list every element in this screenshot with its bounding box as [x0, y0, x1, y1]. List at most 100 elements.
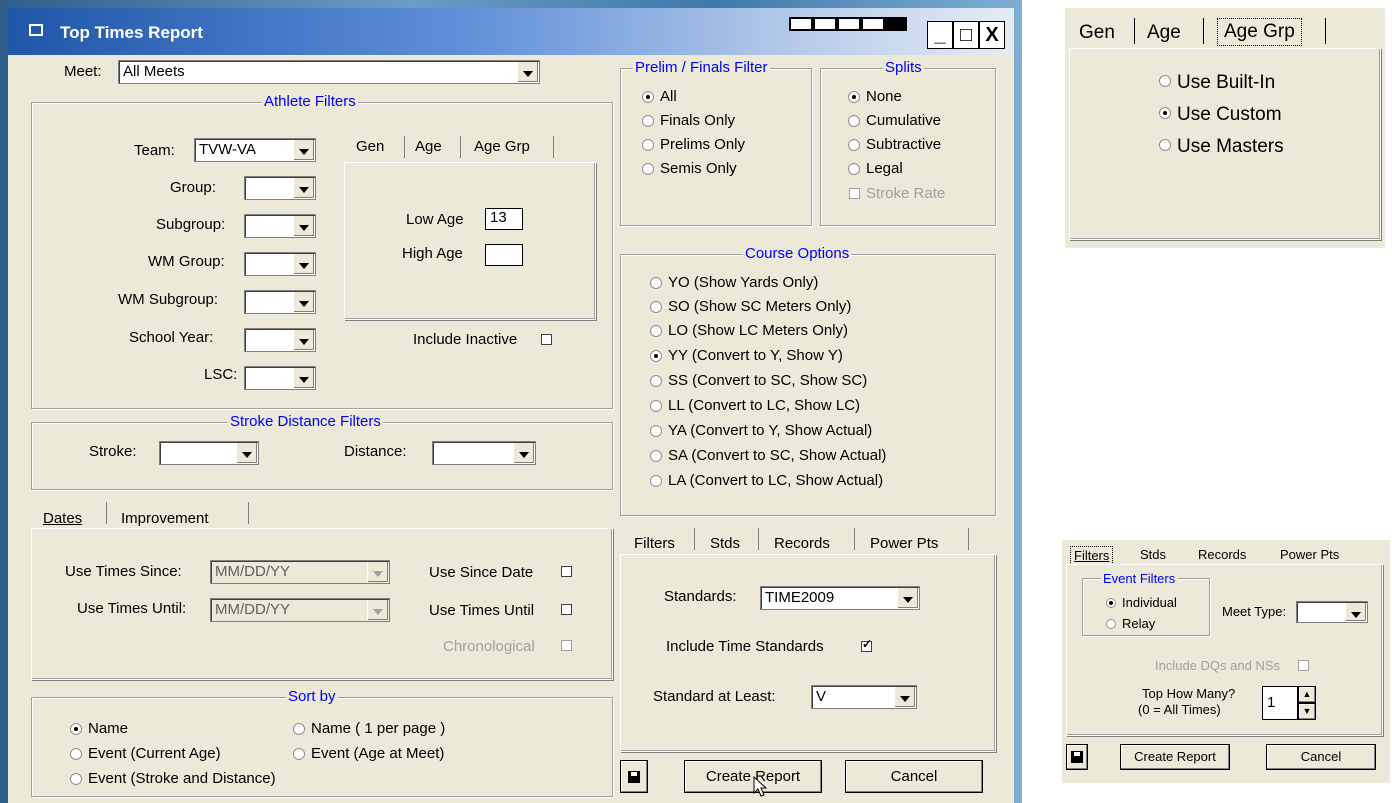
save-button[interactable]: [620, 760, 648, 793]
toolbar-icons[interactable]: [789, 17, 907, 31]
course-ss-radio[interactable]: SS (Convert to SC, Show SC): [648, 372, 867, 389]
inset-tab-stds[interactable]: Stds: [1140, 547, 1166, 562]
course-ll-radio[interactable]: LL (Convert to LC, Show LC): [648, 397, 860, 414]
inset-tab-age-grp[interactable]: Age Grp: [1217, 18, 1302, 46]
standards-select[interactable]: TIME2009: [760, 586, 920, 610]
relay-radio[interactable]: Relay: [1104, 616, 1155, 631]
inset-cancel-button[interactable]: Cancel: [1266, 744, 1376, 770]
tab-improvement[interactable]: Improvement: [121, 510, 209, 527]
wm-group-select[interactable]: [244, 252, 316, 276]
course-ya-radio[interactable]: YA (Convert to Y, Show Actual): [648, 422, 872, 439]
chronological-checkbox[interactable]: [561, 640, 572, 651]
spin-up-button[interactable]: ▲: [1298, 686, 1316, 703]
tab-power-pts[interactable]: Power Pts: [870, 535, 938, 552]
use-since-date-checkbox[interactable]: [561, 566, 572, 577]
tab-dates[interactable]: Dates: [43, 510, 82, 527]
meet-select[interactable]: All Meets: [118, 60, 540, 84]
individual-radio[interactable]: Individual: [1104, 595, 1177, 610]
wm-subgroup-select[interactable]: [244, 290, 316, 314]
maximize-button[interactable]: □: [953, 21, 979, 49]
standard-at-least-value: V: [816, 688, 827, 705]
splits-none-radio[interactable]: None: [846, 88, 902, 105]
meet-label: Meet:: [64, 63, 102, 80]
group-select[interactable]: [244, 176, 316, 200]
include-dqs-label: Include DQs and NSs: [1155, 658, 1281, 673]
use-custom-radio[interactable]: Use Custom: [1157, 104, 1282, 126]
inset-tab-filters[interactable]: Filters: [1070, 546, 1114, 565]
sort-event-current-age-radio[interactable]: Event (Current Age): [68, 745, 221, 762]
meet-type-select[interactable]: [1296, 601, 1368, 623]
include-dqs-checkbox[interactable]: [1298, 660, 1309, 671]
prelim-finals-only-radio[interactable]: Finals Only: [640, 112, 735, 129]
all-times-note: (0 = All Times): [1138, 702, 1221, 717]
low-age-input[interactable]: 13: [485, 208, 523, 230]
meet-select-value: All Meets: [123, 63, 185, 80]
use-times-until-date[interactable]: MM/DD/YY: [210, 598, 390, 622]
course-sa-radio[interactable]: SA (Convert to SC, Show Actual): [648, 447, 886, 464]
top-how-many-input[interactable]: 1: [1262, 686, 1298, 720]
sort-name-per-page-radio[interactable]: Name ( 1 per page ): [291, 720, 445, 737]
chevron-down-icon: [293, 140, 314, 160]
top-how-many-label: Top How Many?: [1142, 686, 1236, 701]
team-select[interactable]: TVW-VA: [194, 138, 316, 162]
distance-select[interactable]: [432, 441, 536, 465]
splits-cumulative-radio[interactable]: Cumulative: [846, 112, 941, 129]
include-inactive-checkbox[interactable]: [541, 334, 552, 345]
lsc-label: LSC:: [204, 366, 238, 383]
use-times-until-checkbox[interactable]: [561, 604, 572, 615]
meet-type-label: Meet Type:: [1222, 604, 1287, 619]
high-age-label: High Age: [402, 245, 463, 262]
tab-stds[interactable]: Stds: [710, 535, 740, 552]
group-label: Group:: [170, 179, 216, 196]
prelim-all-radio[interactable]: All: [640, 88, 677, 105]
inset-tab-power-pts[interactable]: Power Pts: [1280, 547, 1339, 562]
close-button[interactable]: X: [979, 21, 1005, 49]
course-lo-radio[interactable]: LO (Show LC Meters Only): [648, 322, 848, 339]
use-built-in-radio[interactable]: Use Built-In: [1157, 72, 1275, 94]
include-time-standards-checkbox[interactable]: [861, 637, 872, 652]
chevron-down-icon: [367, 562, 388, 582]
stroke-select[interactable]: [159, 441, 259, 465]
cancel-button[interactable]: Cancel: [845, 760, 983, 793]
sort-name-radio[interactable]: Name: [68, 720, 128, 737]
chevron-down-icon: [293, 216, 314, 236]
standard-at-least-select[interactable]: V: [811, 685, 917, 709]
inset-create-report-button[interactable]: Create Report: [1120, 744, 1230, 770]
subgroup-select[interactable]: [244, 214, 316, 238]
prelim-prelims-only-radio[interactable]: Prelims Only: [640, 136, 745, 153]
window-app-icon: [28, 22, 44, 38]
tab-gen[interactable]: Gen: [356, 138, 384, 155]
sort-by-title: Sort by: [286, 688, 338, 705]
lsc-select[interactable]: [244, 366, 316, 390]
title-bar: Top Times Report _ □ X: [8, 8, 1014, 55]
inset-tab-records[interactable]: Records: [1198, 547, 1246, 562]
chevron-down-icon: [894, 687, 915, 707]
chevron-down-icon: [897, 588, 918, 608]
stroke-rate-checkbox[interactable]: [849, 188, 860, 199]
athlete-filters-title: Athlete Filters: [262, 93, 358, 110]
course-yo-radio[interactable]: YO (Show Yards Only): [648, 274, 818, 291]
chevron-down-icon: [513, 443, 534, 463]
use-times-since-date[interactable]: MM/DD/YY: [210, 560, 390, 584]
splits-subtractive-radio[interactable]: Subtractive: [846, 136, 941, 153]
inset-save-button[interactable]: [1066, 744, 1088, 770]
splits-legal-radio[interactable]: Legal: [846, 160, 903, 177]
spin-down-button[interactable]: ▼: [1298, 703, 1316, 720]
sort-event-stroke-distance-radio[interactable]: Event (Stroke and Distance): [68, 770, 276, 787]
floppy-disk-icon: [1071, 751, 1083, 763]
school-year-select[interactable]: [244, 328, 316, 352]
high-age-input[interactable]: [485, 244, 523, 266]
minimize-button[interactable]: _: [927, 21, 953, 49]
inset-tab-gen[interactable]: Gen: [1079, 22, 1115, 44]
inset-tab-age[interactable]: Age: [1147, 22, 1181, 44]
prelim-semis-only-radio[interactable]: Semis Only: [640, 160, 737, 177]
sort-event-age-at-meet-radio[interactable]: Event (Age at Meet): [291, 745, 444, 762]
tab-records[interactable]: Records: [774, 535, 830, 552]
tab-filters[interactable]: Filters: [634, 535, 675, 552]
course-la-radio[interactable]: LA (Convert to LC, Show Actual): [648, 472, 883, 489]
use-masters-radio[interactable]: Use Masters: [1157, 136, 1284, 158]
tab-age-grp[interactable]: Age Grp: [474, 138, 530, 155]
course-so-radio[interactable]: SO (Show SC Meters Only): [648, 298, 851, 315]
course-yy-radio[interactable]: YY (Convert to Y, Show Y): [648, 347, 843, 364]
tab-age[interactable]: Age: [415, 138, 442, 155]
